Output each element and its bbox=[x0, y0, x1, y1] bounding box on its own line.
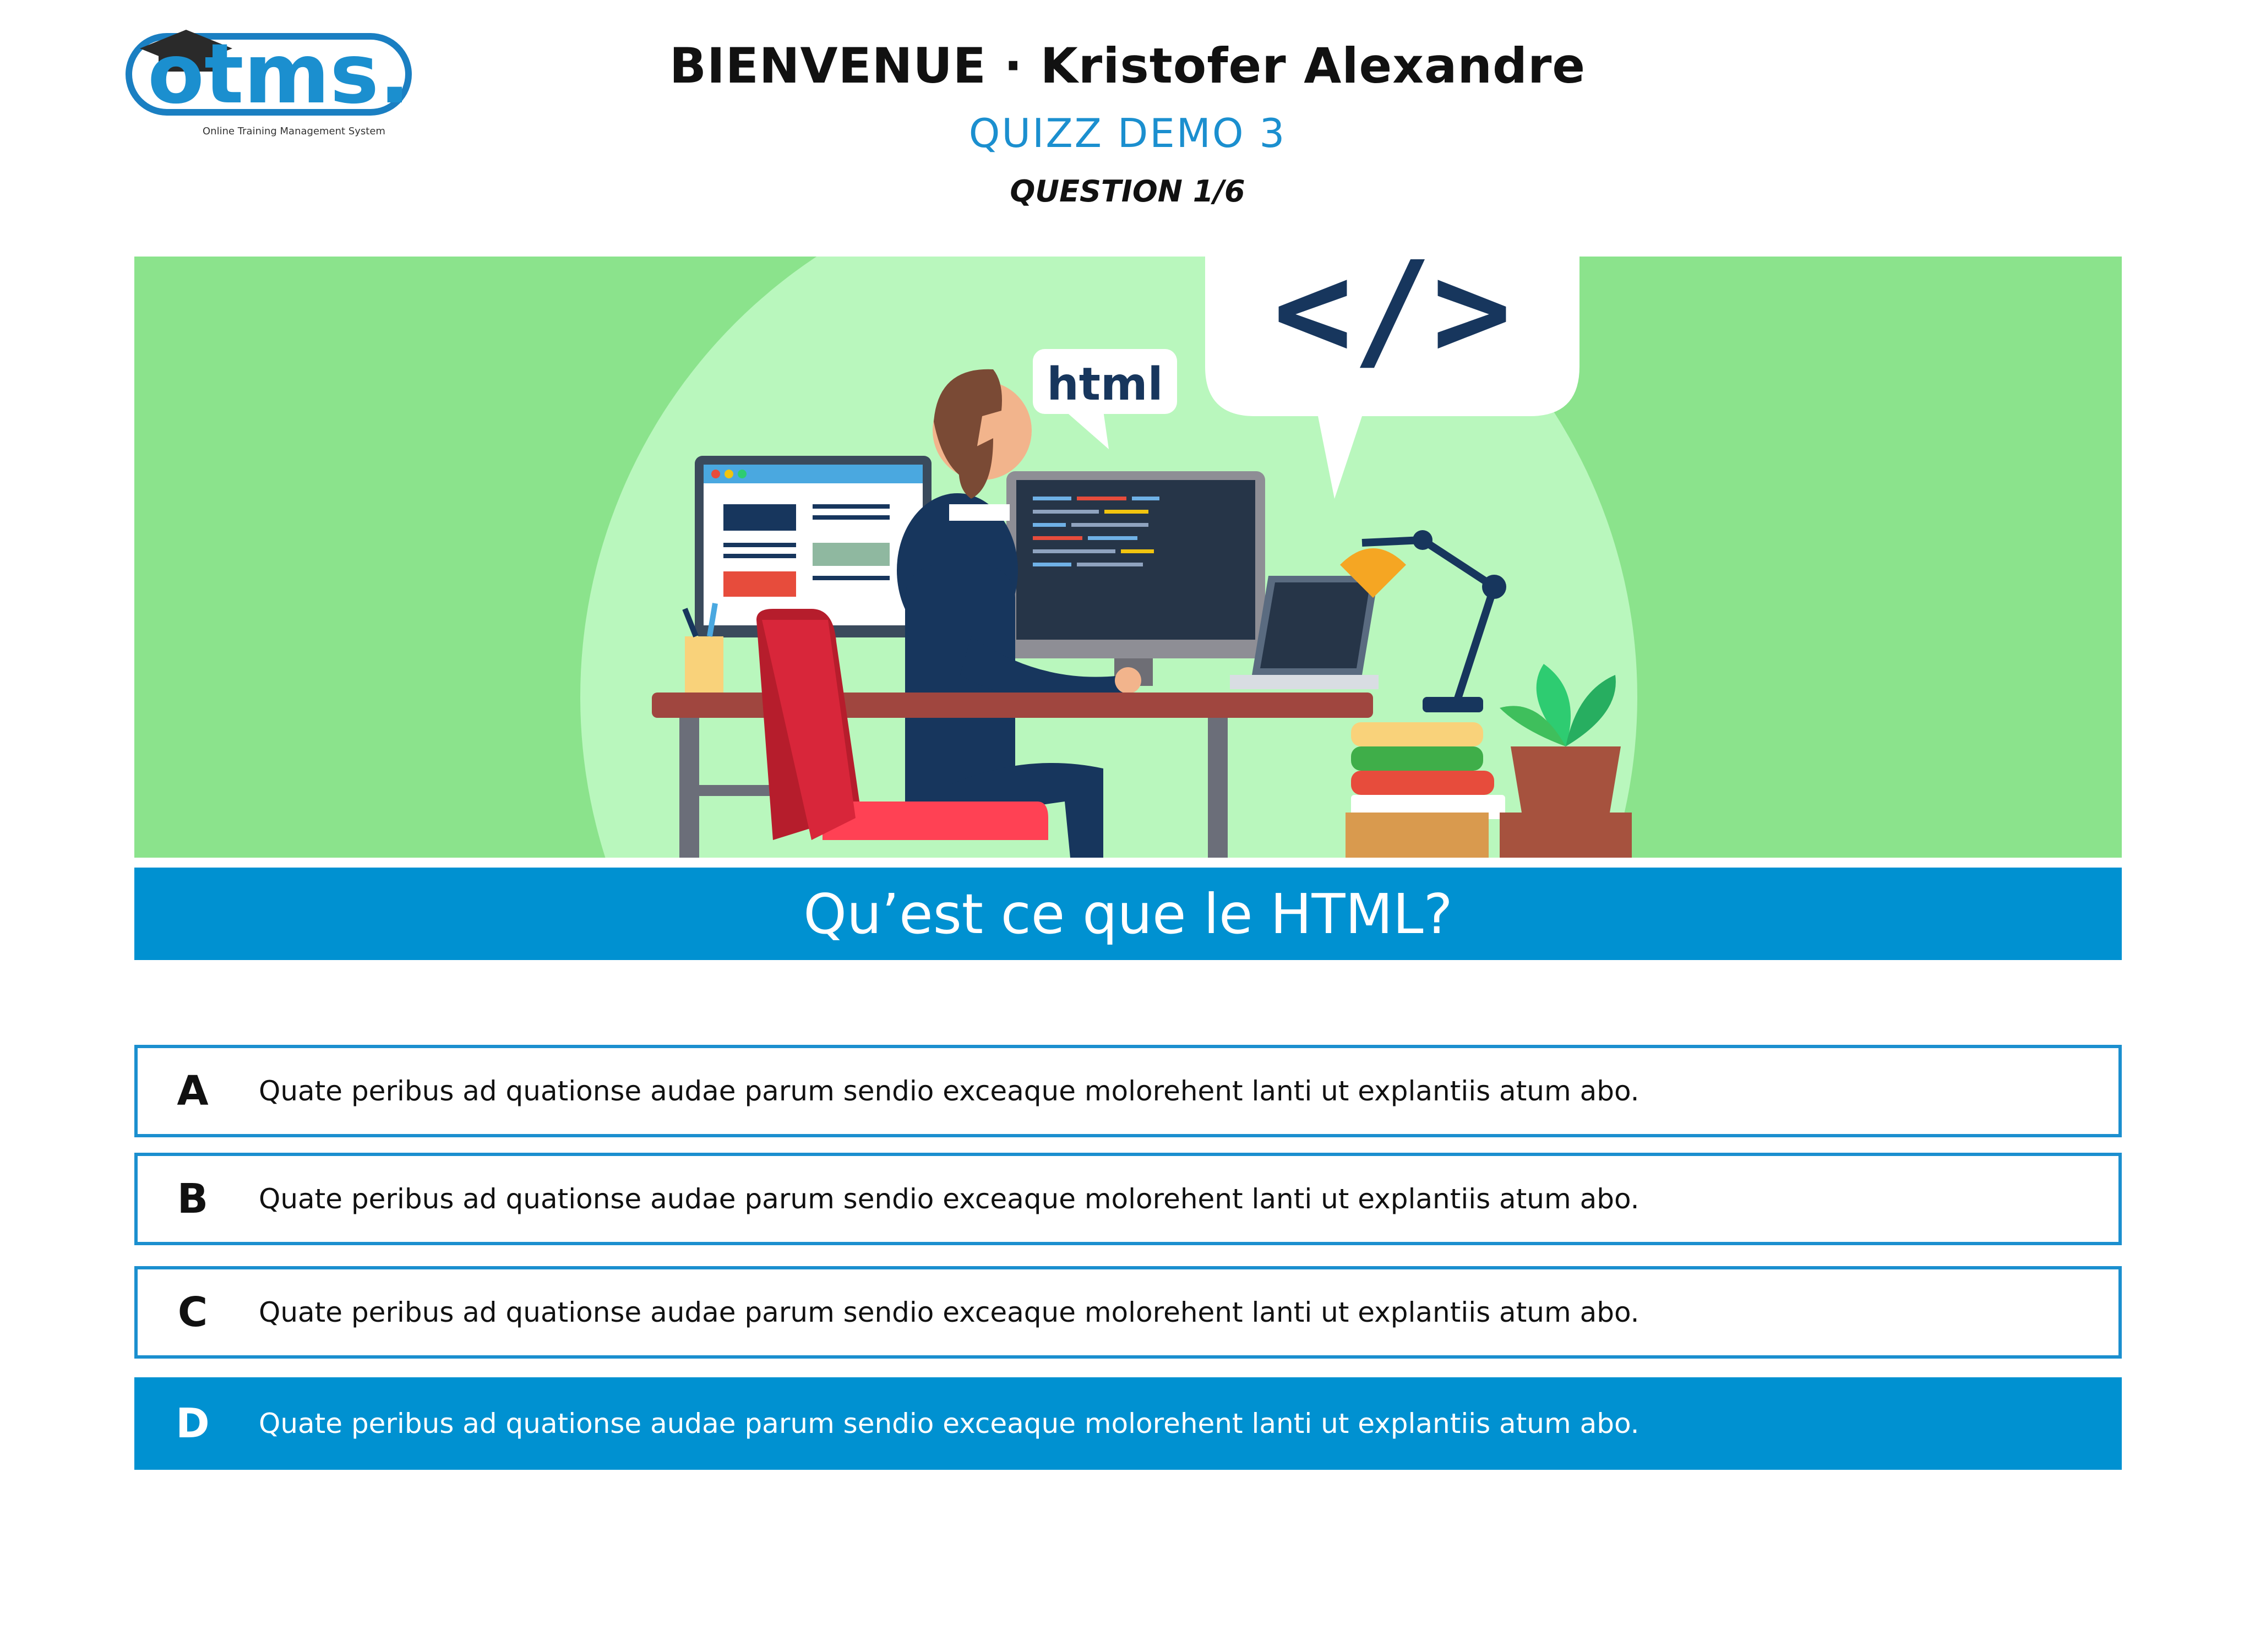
answer-letter: B bbox=[177, 1175, 209, 1223]
answer-text: Quate peribus ad quationse audae parum s… bbox=[259, 1408, 1639, 1440]
banner-illustration: </> html bbox=[134, 257, 2122, 858]
answer-option-a[interactable]: A Quate peribus ad quationse audae parum… bbox=[134, 1045, 2122, 1137]
answer-option-d[interactable]: D Quate peribus ad quationse audae parum… bbox=[134, 1377, 2122, 1470]
answer-letter: A bbox=[177, 1067, 209, 1115]
answer-text: Quate peribus ad quationse audae parum s… bbox=[259, 1296, 1639, 1328]
svg-text:</>: </> bbox=[1273, 257, 1511, 387]
center-monitor bbox=[1006, 471, 1265, 686]
answer-option-c[interactable]: C Quate peribus ad quationse audae parum… bbox=[134, 1266, 2122, 1359]
answer-letter: C bbox=[177, 1289, 208, 1336]
answer-option-b[interactable]: B Quate peribus ad quationse audae parum… bbox=[134, 1153, 2122, 1245]
question-text: Qu’est ce que le HTML? bbox=[134, 868, 2122, 960]
svg-text:html: html bbox=[1047, 358, 1163, 411]
quiz-title: QUIZZ DEMO 3 bbox=[968, 110, 1287, 156]
answer-letter: D bbox=[176, 1400, 210, 1447]
welcome-heading: BIENVENUE · Kristofer Alexandre bbox=[669, 37, 1586, 94]
answer-text: Quate peribus ad quationse audae parum s… bbox=[259, 1075, 1639, 1107]
quiz-page: otms. Online Training Management System … bbox=[0, 0, 2255, 1652]
answer-text: Quate peribus ad quationse audae parum s… bbox=[259, 1183, 1639, 1215]
question-counter: QUESTION 1/6 bbox=[1010, 174, 1245, 209]
